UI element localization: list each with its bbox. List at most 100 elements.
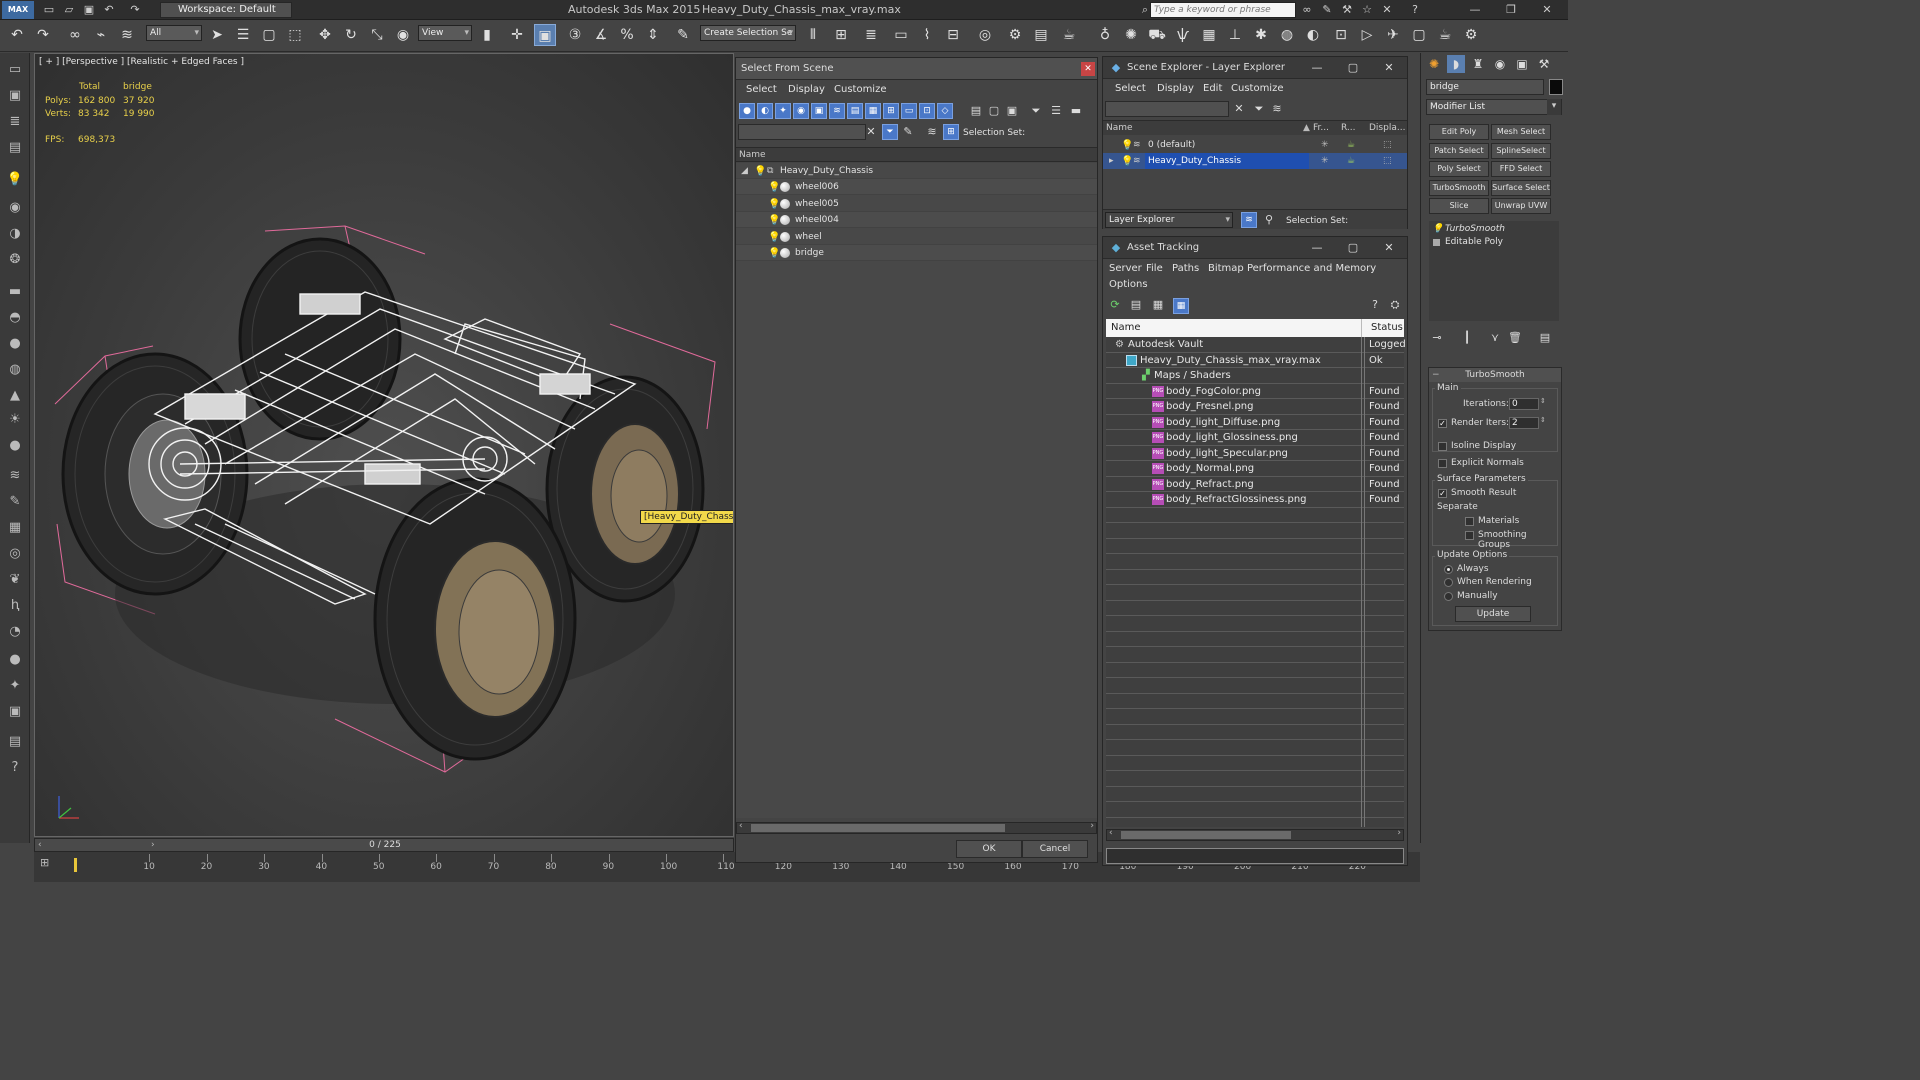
vray-lister-icon[interactable]: ▢ [1408,24,1430,46]
display-geometry-icon[interactable]: ● [739,103,755,119]
hf-hair-icon[interactable]: ⱨ [6,597,24,615]
display-none-icon[interactable]: ▢ [986,103,1002,119]
file-icon[interactable]: ▤ [6,733,24,751]
binoculars-icon[interactable]: ∞ [1300,3,1314,17]
show-end-result-icon[interactable]: ┃ [1459,330,1475,346]
cone-icon[interactable]: ▲ [6,387,24,405]
light-bulb-icon[interactable]: 💡 [754,164,766,180]
se-title[interactable]: Scene Explorer - Layer Explorer [1103,57,1407,79]
layers-icon[interactable]: ≣ [6,113,24,131]
time-slider[interactable]: ‹ 0 / 225 › [34,838,734,852]
stack-item-editable-poly[interactable]: Editable Poly [1429,236,1559,249]
asset-row[interactable]: ▞ Maps / Shaders [1106,368,1404,384]
tools-icon[interactable]: ✎ [1320,3,1334,17]
select-by-name-icon[interactable]: ☰ [232,24,254,46]
asset-row[interactable]: Heavy_Duty_Chassis_max_vray.max Ok [1106,353,1404,368]
update-button[interactable]: Update [1455,606,1531,622]
container-icon[interactable]: ▭ [6,61,24,79]
freeze-snowflake-icon[interactable]: ✳ [1321,153,1329,169]
sfs-title[interactable]: Select From Scene [736,58,1097,80]
separate-materials-checkbox[interactable] [1465,517,1474,526]
perspective-viewport[interactable]: [ + ] [Perspective ] [Realistic + Edged … [34,53,734,837]
render-iters-checkbox[interactable]: ✓ [1438,419,1447,428]
update-when-rendering-radio[interactable] [1444,578,1453,587]
vray-sphere-icon[interactable]: ◍ [1276,24,1298,46]
redo-icon[interactable]: ↷ [32,24,54,46]
app-logo[interactable]: MAX [2,1,34,19]
schematic-view-icon[interactable]: ⊟ [942,24,964,46]
cancel-button[interactable]: Cancel [1022,840,1088,858]
modify-tab-icon[interactable]: ◗ [1447,55,1465,73]
filter-icon[interactable]: ⏷ [1251,101,1267,117]
chassis-model[interactable] [35,54,734,837]
table-view-icon[interactable]: ▦ [1173,298,1189,314]
globe-icon[interactable]: ◎ [6,545,24,563]
iterations-spinner[interactable]: 0 [1509,398,1539,410]
asset-row[interactable]: PNG body_light_Diffuse.png Found [1106,415,1404,430]
new-file-icon[interactable]: ▭ [42,3,56,17]
place-icon[interactable]: ◉ [392,24,414,46]
modifier-button[interactable]: Edit Poly [1429,124,1489,140]
vray-proxy-icon[interactable]: ✱ [1250,24,1272,46]
highlight-icon[interactable]: ✎ [900,124,916,140]
spinner-arrows-icon[interactable]: ⇕ [1540,397,1546,405]
se-search-input[interactable] [1105,101,1229,117]
configure-modifier-sets-icon[interactable]: ▤ [1537,330,1553,346]
sun-icon[interactable]: ☀ [6,411,24,429]
snaps-toggle-icon[interactable]: ③ [564,24,586,46]
plant-icon[interactable]: ❦ [6,571,24,589]
asset-row[interactable]: PNG body_FogColor.png Found [1106,384,1404,399]
scale-icon[interactable]: ⤡ [366,24,388,46]
collapse-minus-icon[interactable]: − [1432,368,1440,382]
at-horizontal-scrollbar[interactable]: ‹ › [1106,828,1404,841]
named-selection-set-dropdown[interactable]: Create Selection Se [700,25,796,41]
refresh-icon[interactable]: ⟳ [1107,297,1123,313]
display-containers-icon[interactable]: ▭ [901,103,917,119]
expand-arrow-icon[interactable]: ▸ [1109,153,1114,169]
filter-funnel-icon[interactable]: ⏷ [1028,103,1044,119]
modifier-button[interactable]: SplineSelect [1491,142,1551,159]
keyboard-shortcut-override-icon[interactable]: ▣ [534,24,556,46]
se-menu-select[interactable]: Select [1115,83,1146,94]
close-icon[interactable]: ✕ [1381,240,1397,256]
angle-snap-icon[interactable]: ∡ [590,24,612,46]
chevron-down-icon[interactable]: ▾ [1547,99,1561,115]
tree-item[interactable]: 💡 bridge [736,245,1097,261]
separate-smoothing-groups-checkbox[interactable] [1465,531,1474,540]
display-groups-icon[interactable]: ▤ [847,103,863,119]
at-menu-paths[interactable]: Paths [1172,263,1199,274]
helpers-icon[interactable]: ◑ [6,225,24,243]
isoline-display-checkbox[interactable] [1438,442,1447,451]
remove-modifier-icon[interactable]: 🗑 [1507,330,1523,346]
minimize-icon[interactable]: — [1309,60,1325,76]
vray-ipr-icon[interactable]: ✈ [1382,24,1404,46]
render-sphere-icon[interactable]: ● [6,651,24,669]
list-view-icon[interactable]: ▤ [1128,297,1144,313]
render-teapot-icon[interactable]: ☕ [1347,153,1355,169]
vault-help-icon[interactable]: ⛭ [1387,297,1403,313]
modifier-list-dropdown[interactable]: Modifier List ▾ [1426,99,1562,115]
rectangle-icon[interactable]: ▬ [6,283,24,301]
vray-plane-icon[interactable]: ⊥ [1224,24,1246,46]
at-menu-file[interactable]: File [1146,263,1163,274]
vray-sun-icon[interactable]: ✺ [1120,24,1142,46]
redo-small-icon[interactable]: ↷ [128,3,142,17]
display-helpers-icon[interactable]: ▣ [811,103,827,119]
scroll-thumb[interactable] [1121,831,1291,839]
material-editor-icon[interactable]: ◎ [974,24,996,46]
help-icon[interactable]: ? [1367,297,1383,313]
motion-tab-icon[interactable]: ◉ [1491,55,1509,73]
move-icon[interactable]: ✥ [314,24,336,46]
layers-stack-icon[interactable]: ≋ [924,124,940,140]
tree-view-icon[interactable]: ▦ [1150,297,1166,313]
explorer-type-dropdown[interactable]: Layer Explorer [1105,212,1233,228]
scroll-thumb[interactable] [751,824,1005,832]
percent-snap-icon[interactable]: % [616,24,638,46]
hierarchy-tab-icon[interactable]: ♜ [1469,55,1487,73]
light-bulb-icon[interactable]: 💡 [768,213,780,229]
ok-button[interactable]: OK [956,840,1022,858]
asset-row[interactable]: PNG body_Refract.png Found [1106,477,1404,492]
expand-arrow-icon[interactable]: ◢ [741,163,748,179]
light-bulb-icon[interactable]: 💡 [1121,138,1133,154]
sfs-menu-display[interactable]: Display [788,84,825,95]
